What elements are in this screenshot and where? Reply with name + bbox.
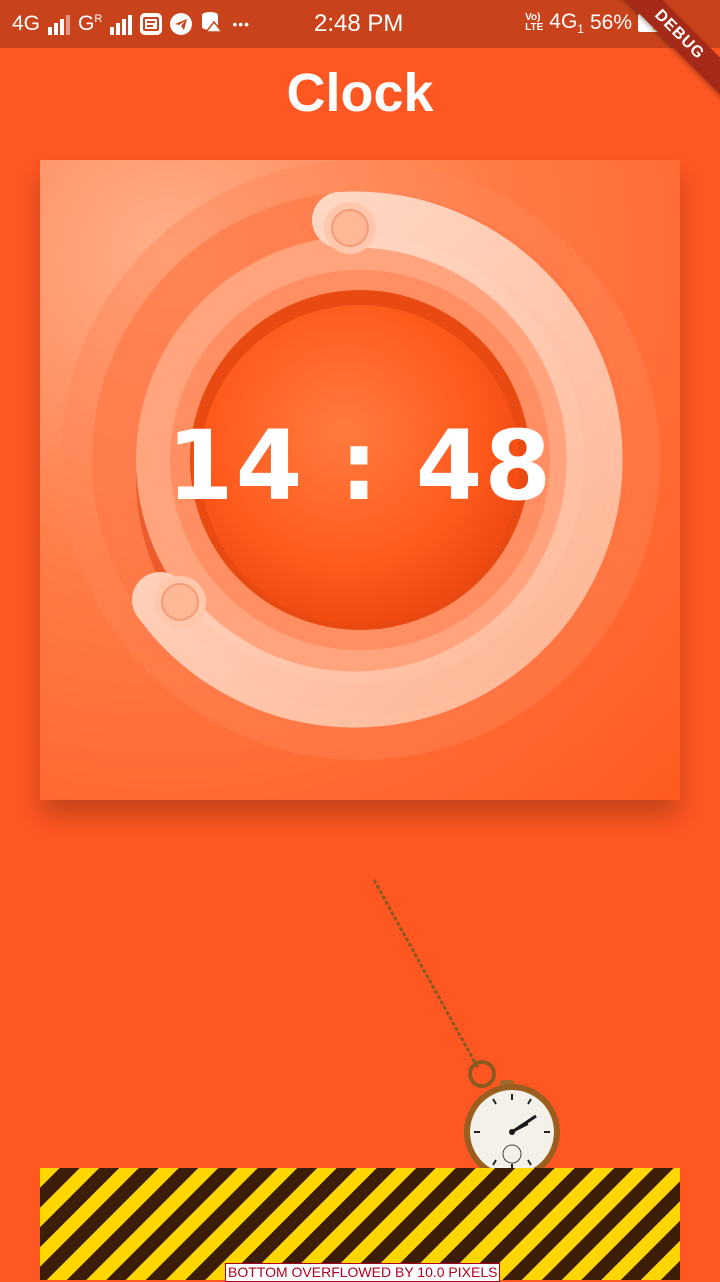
volte-bottom-label: LTE (525, 22, 544, 34)
network-type-sim2: GR (78, 12, 102, 36)
clock-face-card: 14 : 48 (40, 160, 680, 800)
pocket-watch-icon (372, 879, 560, 1180)
more-notifications-icon: ••• (232, 16, 251, 32)
network-type-right: 4G1 (549, 10, 584, 36)
overflow-warning-label: BOTTOM OVERFLOWED BY 10.0 PIXELS (225, 1263, 501, 1282)
signal-strength-sim1-icon (48, 13, 71, 35)
network-sim-number: 1 (577, 22, 584, 37)
status-bar: 4G GR ••• 2:48 PM Vo) LTE 4G1 56% (0, 0, 720, 48)
roaming-indicator: R (94, 13, 103, 25)
network-type-sim2-label: G (78, 12, 95, 35)
network-type-sim1: 4G (12, 12, 41, 35)
telegram-icon (170, 13, 193, 35)
battery-percent: 56% (589, 11, 632, 35)
status-bar-clock: 2:48 PM (314, 10, 404, 37)
network-type-right-label: 4G (549, 10, 578, 33)
message-icon (140, 13, 163, 35)
clock-time-display: 14 : 48 (166, 410, 554, 522)
pocket-watch-pendulum (360, 870, 580, 1180)
page-title: Clock (286, 63, 434, 123)
signal-strength-sim2-icon (110, 13, 133, 35)
status-bar-left: 4G GR ••• (12, 10, 250, 38)
data-saver-icon (200, 10, 224, 38)
volte-indicator: Vo) LTE (525, 13, 543, 33)
